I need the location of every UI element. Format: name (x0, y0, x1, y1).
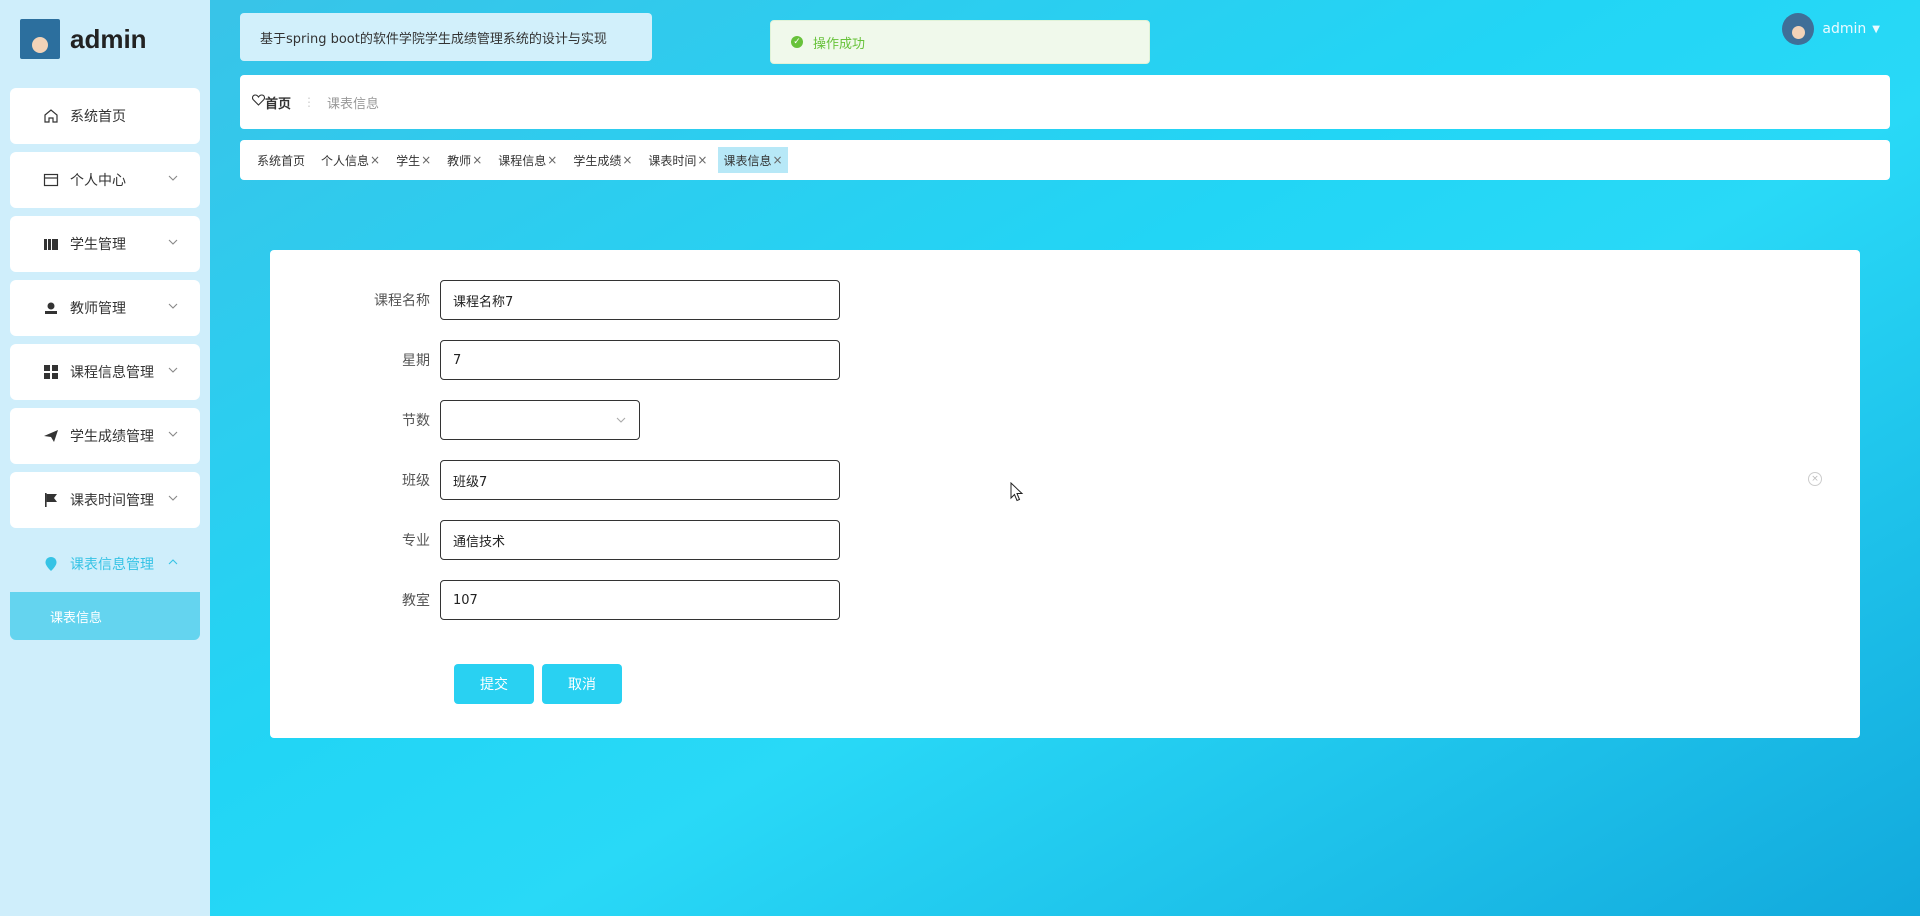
sidebar-item-label: 个人中心 (70, 173, 126, 189)
close-icon[interactable]: × (421, 153, 431, 167)
breadcrumb: 首页 ⋮ 课表信息 (240, 75, 1890, 129)
sidebar-subitem-schedule-info[interactable]: 课表信息 (10, 592, 200, 640)
chevron-down-icon (168, 172, 178, 182)
tab-home[interactable]: 系统首页 (252, 147, 310, 173)
tab-schedule-time[interactable]: 课表时间 × (643, 147, 712, 173)
classroom-label: 教室 (402, 593, 430, 609)
sidebar-item-student-management[interactable]: 学生管理 (10, 216, 200, 272)
chevron-down-icon (168, 236, 178, 246)
chevron-down-icon (168, 492, 178, 502)
tab-label: 课表时间 (648, 153, 697, 168)
period-label: 节数 (402, 413, 430, 429)
calendar-icon (42, 172, 59, 189)
class-input[interactable] (440, 460, 840, 500)
clear-icon[interactable]: × (1808, 472, 1822, 486)
tab-label: 课程信息 (498, 153, 547, 168)
form-row-weekday: 星期 (270, 340, 840, 380)
tab-student[interactable]: 学生 × (391, 147, 436, 173)
sidebar-item-label: 课表时间管理 (70, 493, 154, 509)
chevron-down-icon (615, 414, 627, 429)
tab-label: 学生 (396, 153, 421, 168)
sidebar-item-schedule-time-management[interactable]: 课表时间管理 (10, 472, 200, 528)
form-row-course-name: 课程名称 (270, 280, 840, 320)
tab-label: 系统首页 (257, 153, 306, 168)
sidebar-item-personal-center[interactable]: 个人中心 (10, 152, 200, 208)
brand-avatar (20, 19, 60, 59)
weekday-input[interactable] (440, 340, 840, 380)
breadcrumb-current: 课表信息 (327, 96, 380, 112)
tags-bar: 系统首页 个人信息 × 学生 × 教师 × 课程信息 × 学生成绩 × 课表时间 × 课表信… (240, 140, 1890, 180)
flag-icon (42, 492, 59, 509)
grid-icon (42, 364, 59, 381)
close-icon[interactable]: × (370, 153, 380, 167)
sidebar-item-schedule-info-management[interactable]: 课表信息管理 (10, 536, 200, 592)
classroom-input[interactable] (440, 580, 840, 620)
sidebar-item-label: 课表信息管理 (70, 557, 154, 573)
brand-name: admin (70, 23, 147, 54)
chevron-down-icon (168, 300, 178, 310)
sidebar-item-label: 课程信息管理 (70, 365, 154, 381)
tab-label: 学生成绩 (573, 153, 622, 168)
send-icon (42, 428, 59, 445)
form-row-period: 节数 (270, 400, 640, 440)
caret-down-icon: ▼ (1872, 23, 1880, 35)
cancel-button[interactable]: 取消 (542, 664, 622, 704)
weekday-label: 星期 (402, 353, 430, 369)
success-toast: ✓ 操作成功 (770, 20, 1150, 64)
home-icon (42, 108, 59, 125)
user-menu[interactable]: admin ▼ (1782, 13, 1880, 45)
sidebar: admin 系统首页 个人中心 学生管理 教师管理 课程信息管理 学生成绩管理 … (0, 0, 210, 916)
tab-personal-info[interactable]: 个人信息 × (316, 147, 385, 173)
heart-icon (251, 94, 266, 110)
sidebar-item-teacher-management[interactable]: 教师管理 (10, 280, 200, 336)
user-name: admin (1822, 21, 1867, 37)
period-select[interactable] (440, 400, 640, 440)
form-row-classroom: 教室 (270, 580, 840, 620)
tab-label: 教师 (447, 153, 472, 168)
schedule-form: 课程名称 星期 节数 班级 专业 教室 提交 取消 × (270, 250, 1860, 738)
sidebar-menu: 系统首页 个人中心 学生管理 教师管理 课程信息管理 学生成绩管理 课表时间管理… (0, 78, 210, 640)
avatar (1782, 13, 1815, 45)
location-icon (42, 556, 59, 573)
tab-teacher[interactable]: 教师 × (442, 147, 487, 173)
class-label: 班级 (402, 473, 430, 489)
chevron-down-icon (168, 428, 178, 438)
brand: admin (0, 0, 210, 78)
toast-message: 操作成功 (813, 36, 866, 52)
sidebar-item-label: 系统首页 (70, 109, 126, 125)
sidebar-item-label: 学生管理 (70, 237, 126, 253)
success-icon: ✓ (791, 36, 803, 48)
breadcrumb-home[interactable]: 首页 (251, 93, 292, 112)
breadcrumb-separator: ⋮ (303, 95, 316, 109)
tab-label: 课表信息 (723, 153, 772, 168)
close-icon[interactable]: × (697, 153, 707, 167)
sidebar-item-label: 教师管理 (70, 301, 126, 317)
tab-student-grades[interactable]: 学生成绩 × (568, 147, 637, 173)
tab-schedule-info[interactable]: 课表信息 × (718, 147, 788, 173)
major-input[interactable] (440, 520, 840, 560)
user-icon (42, 300, 59, 317)
sidebar-item-course-management[interactable]: 课程信息管理 (10, 344, 200, 400)
breadcrumb-home-label: 首页 (265, 96, 292, 112)
sidebar-item-label: 学生成绩管理 (70, 429, 154, 445)
chevron-up-icon (168, 556, 178, 566)
close-icon[interactable]: × (773, 153, 783, 167)
mouse-cursor-icon (1010, 481, 1024, 506)
system-title: 基于spring boot的软件学院学生成绩管理系统的设计与实现 (240, 13, 652, 61)
form-row-class: 班级 (270, 460, 840, 500)
course-name-input[interactable] (440, 280, 840, 320)
chevron-down-icon (168, 364, 178, 374)
course-name-label: 课程名称 (374, 293, 430, 309)
book-icon (42, 236, 59, 253)
submit-button[interactable]: 提交 (454, 664, 534, 704)
tab-label: 个人信息 (321, 153, 370, 168)
tab-course-info[interactable]: 课程信息 × (493, 147, 562, 173)
close-icon[interactable]: × (622, 153, 632, 167)
close-icon[interactable]: × (547, 153, 557, 167)
sidebar-item-grade-management[interactable]: 学生成绩管理 (10, 408, 200, 464)
major-label: 专业 (402, 533, 430, 549)
form-row-major: 专业 (270, 520, 840, 560)
sidebar-item-home[interactable]: 系统首页 (10, 88, 200, 144)
close-icon[interactable]: × (472, 153, 482, 167)
